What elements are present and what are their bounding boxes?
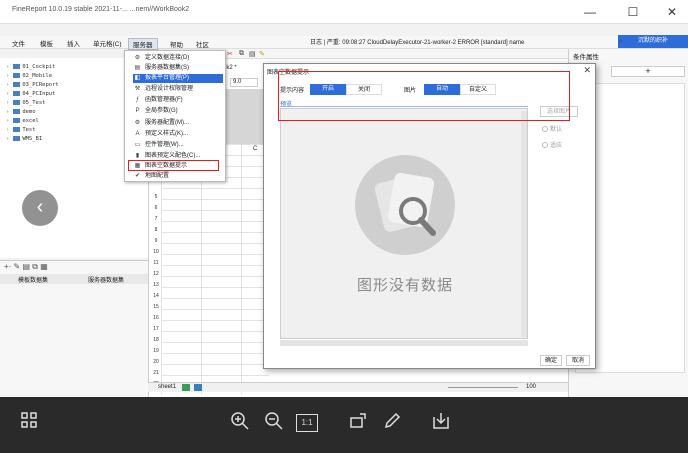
- menu-cell[interactable]: 单元格(C): [93, 38, 122, 48]
- menu-item-predefined-style[interactable]: A 预定义样式(K)...: [133, 130, 223, 139]
- close-icon[interactable]: ✕: [583, 65, 591, 76]
- sheet-tab[interactable]: sheet1: [158, 384, 176, 390]
- screenshot-frame: FineReport 10.0.19 stable 2021-11-... ..…: [0, 0, 688, 397]
- title-bar: FineReport 10.0.19 stable 2021-11-... ..…: [0, 0, 688, 24]
- window-title: FineReport 10.0.19 stable 2021-11-... ..…: [12, 6, 190, 13]
- tree-item[interactable]: › demo: [6, 109, 36, 118]
- menu-file[interactable]: 文件: [12, 38, 25, 48]
- zoom-percent: 100: [526, 384, 537, 390]
- add-condition-button[interactable]: +: [611, 66, 685, 77]
- folder-icon: [13, 100, 21, 105]
- tools-icon: ⚒: [134, 86, 141, 92]
- tree-item[interactable]: › WMS_BI: [6, 136, 42, 145]
- viewer-toolbar: 1:1: [0, 397, 688, 453]
- brush-icon[interactable]: ✎: [259, 50, 265, 58]
- folder-icon: [13, 91, 21, 96]
- menu-help[interactable]: 帮助: [170, 39, 183, 49]
- tree-item[interactable]: › 03_PCReport: [6, 82, 59, 91]
- download-icon[interactable]: [429, 411, 453, 435]
- menu-item-widget-management[interactable]: ▭ 控件管理(W)...: [133, 141, 223, 150]
- folder-icon: [13, 136, 21, 141]
- add-sheet-icon[interactable]: [182, 384, 190, 391]
- menu-item-platform-management[interactable]: ◧ 报表平台管理(P): [133, 74, 223, 83]
- previous-image-button[interactable]: ‹: [22, 190, 58, 226]
- maximize-icon[interactable]: ☐: [625, 4, 641, 20]
- menu-item-global-params[interactable]: P 全局参数(G): [133, 107, 223, 116]
- style-icon: A: [135, 131, 140, 137]
- copy-icon[interactable]: ⧉: [239, 50, 244, 58]
- menu-community[interactable]: 社区: [196, 39, 209, 49]
- folder-icon: [13, 127, 21, 132]
- menu-server[interactable]: 服务器: [128, 38, 158, 50]
- minimize-icon[interactable]: —: [582, 4, 598, 20]
- widget-icon: ▭: [134, 142, 141, 148]
- parameter-icon: P: [135, 108, 140, 114]
- radio-fit[interactable]: 适应: [542, 140, 562, 149]
- tree-item[interactable]: › 04_PCInput: [6, 91, 55, 100]
- tree-item[interactable]: › excel: [6, 118, 39, 127]
- preview-scrollbar[interactable]: [521, 111, 527, 337]
- menu-item-function-manager[interactable]: ƒ 函数管理器(F): [133, 96, 223, 105]
- zoom-select[interactable]: 9.0: [230, 78, 258, 87]
- menu-insert[interactable]: 插入: [67, 38, 80, 48]
- gear-icon: ⚙: [134, 120, 141, 126]
- panel-title: 条件属性: [573, 54, 599, 61]
- open-menu-headers: 服务器 帮助 社区: [124, 38, 226, 50]
- sheet-tabs: sheet1 100: [148, 382, 568, 392]
- highlight-box-menu: [128, 160, 219, 171]
- no-data-text: 图形没有数据: [356, 277, 453, 294]
- add-sheet-icon[interactable]: [194, 384, 202, 391]
- close-icon[interactable]: ✕: [664, 4, 680, 20]
- menu-item-server-dataset[interactable]: ▤ 服务器数据集(S): [133, 64, 223, 73]
- menu-item-data-connection[interactable]: ⚙ 定义数据连接(D): [133, 54, 223, 63]
- cancel-button[interactable]: 取消: [566, 355, 590, 366]
- menu-template[interactable]: 模板: [40, 38, 53, 48]
- platform-icon: ◧: [134, 75, 141, 81]
- ok-button[interactable]: 确定: [540, 355, 562, 366]
- grid-icon[interactable]: [17, 411, 41, 435]
- folder-icon: [13, 109, 21, 114]
- preview-box: 图形没有数据: [280, 108, 528, 339]
- zoom-slider[interactable]: [448, 387, 518, 388]
- menu-item-remote-permission[interactable]: ⚒ 远程设计权限管理: [133, 85, 223, 94]
- rotate-icon[interactable]: [346, 411, 370, 435]
- login-button[interactable]: 沉默的织补: [618, 35, 688, 48]
- folder-icon: [13, 73, 21, 78]
- tree-item[interactable]: › 01_Cockpit: [6, 64, 55, 73]
- tab-server-dataset[interactable]: 服务器数据集: [88, 275, 124, 284]
- check-icon: ✔: [134, 173, 141, 179]
- edit-icon[interactable]: [380, 411, 404, 435]
- add-icon[interactable]: +· ✎ ▤ ⧉ ▦: [4, 262, 48, 272]
- log-bar: 日志 | 严重: 09:08:27 CloudDelayExecutor-21-…: [310, 40, 525, 46]
- dataset-panel: +· ✎ ▤ ⧉ ▦ 模板数据集 服务器数据集: [0, 260, 148, 397]
- folder-icon: [13, 82, 21, 87]
- function-icon: ƒ: [135, 97, 140, 103]
- highlight-box-dialog: [278, 71, 570, 121]
- cut-icon[interactable]: ✂: [227, 50, 233, 58]
- bar-chart-icon: ▮: [135, 153, 140, 159]
- tree-item[interactable]: › 02_Mobile: [6, 73, 52, 82]
- gear-icon: ⚙: [134, 55, 141, 61]
- no-data-illustration-icon: [355, 155, 455, 255]
- search-icon[interactable]: ⌕: [619, 38, 623, 46]
- dataset-tabs: 模板数据集 服务器数据集: [0, 274, 148, 284]
- tree-item[interactable]: › 05_Test: [6, 100, 46, 109]
- zoom-in-icon[interactable]: [228, 411, 252, 435]
- menu-item-server-config[interactable]: ⚙ 服务器配置(M)...: [133, 119, 223, 128]
- table-icon: ▤: [134, 65, 141, 71]
- radio-default[interactable]: 默认: [542, 124, 562, 133]
- paste-icon[interactable]: ▤: [249, 50, 256, 58]
- actual-size-icon[interactable]: 1:1: [296, 414, 318, 432]
- tab-template-dataset[interactable]: 模板数据集: [18, 275, 48, 284]
- zoom-out-icon[interactable]: [262, 411, 286, 435]
- menu-item-map-config[interactable]: ✔ 地图配置: [133, 172, 223, 181]
- tree-item[interactable]: › Test: [6, 127, 36, 136]
- preview-h-scrollbar[interactable]: [280, 340, 528, 346]
- folder-icon: [13, 64, 21, 69]
- folder-icon: [13, 118, 21, 123]
